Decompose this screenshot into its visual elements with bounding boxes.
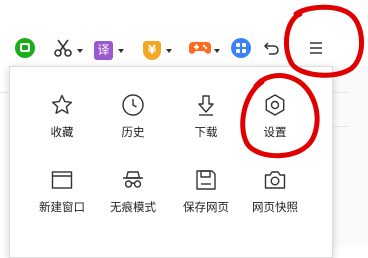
divider bbox=[0, 92, 8, 93]
coupon-icon: ¥ bbox=[143, 40, 161, 60]
gear-icon bbox=[235, 93, 315, 117]
menu-item-label: 网页快照 bbox=[252, 200, 298, 214]
menu-item-settings[interactable]: 设置 bbox=[235, 93, 315, 163]
camera-icon bbox=[235, 168, 315, 192]
translate-button[interactable]: 译 bbox=[94, 38, 124, 62]
game-button[interactable] bbox=[189, 38, 220, 62]
download-icon bbox=[166, 93, 246, 117]
menu-item-save-page[interactable]: 保存网页 bbox=[166, 168, 246, 238]
wechat-button[interactable] bbox=[14, 38, 36, 62]
incognito-icon bbox=[93, 168, 173, 192]
wechat-icon bbox=[14, 37, 36, 63]
coupon-button[interactable]: ¥ bbox=[143, 38, 172, 62]
chevron-down-icon bbox=[166, 49, 172, 53]
clock-icon bbox=[93, 93, 173, 117]
scissors-icon bbox=[53, 38, 73, 62]
page-background bbox=[330, 66, 368, 247]
undo-icon bbox=[262, 38, 282, 62]
menu-icon bbox=[306, 38, 326, 62]
screenshot-button[interactable] bbox=[53, 38, 83, 62]
menu-item-label: 无痕模式 bbox=[110, 200, 156, 214]
new-window-icon bbox=[22, 168, 102, 192]
apps-button[interactable] bbox=[231, 38, 251, 62]
game-icon bbox=[189, 39, 211, 61]
main-menu-button[interactable] bbox=[306, 38, 326, 62]
star-icon bbox=[22, 93, 102, 117]
menu-item-label: 下载 bbox=[194, 125, 218, 139]
apps-icon bbox=[231, 38, 251, 62]
main-menu-dropdown: 收藏 历史 下载 设置 新建窗口 无痕模式 保存网页 网页快照 bbox=[9, 66, 333, 258]
chevron-down-icon bbox=[118, 49, 124, 53]
browser-toolbar: 译 ¥ bbox=[0, 0, 368, 70]
menu-item-label: 历史 bbox=[121, 125, 145, 139]
menu-item-new-window[interactable]: 新建窗口 bbox=[22, 168, 102, 238]
menu-item-label: 新建窗口 bbox=[39, 200, 85, 214]
chevron-down-icon bbox=[214, 49, 220, 53]
menu-item-label: 保存网页 bbox=[183, 200, 229, 214]
menu-item-incognito[interactable]: 无痕模式 bbox=[93, 168, 173, 238]
chevron-down-icon bbox=[77, 49, 83, 53]
menu-item-history[interactable]: 历史 bbox=[93, 93, 173, 163]
menu-item-snapshot[interactable]: 网页快照 bbox=[235, 168, 315, 238]
menu-item-favorites[interactable]: 收藏 bbox=[22, 93, 102, 163]
translate-icon: 译 bbox=[94, 40, 113, 60]
menu-item-label: 设置 bbox=[263, 125, 287, 139]
save-icon bbox=[166, 168, 246, 192]
menu-item-downloads[interactable]: 下载 bbox=[166, 93, 246, 163]
undo-button[interactable] bbox=[262, 38, 282, 62]
menu-item-label: 收藏 bbox=[50, 125, 74, 139]
